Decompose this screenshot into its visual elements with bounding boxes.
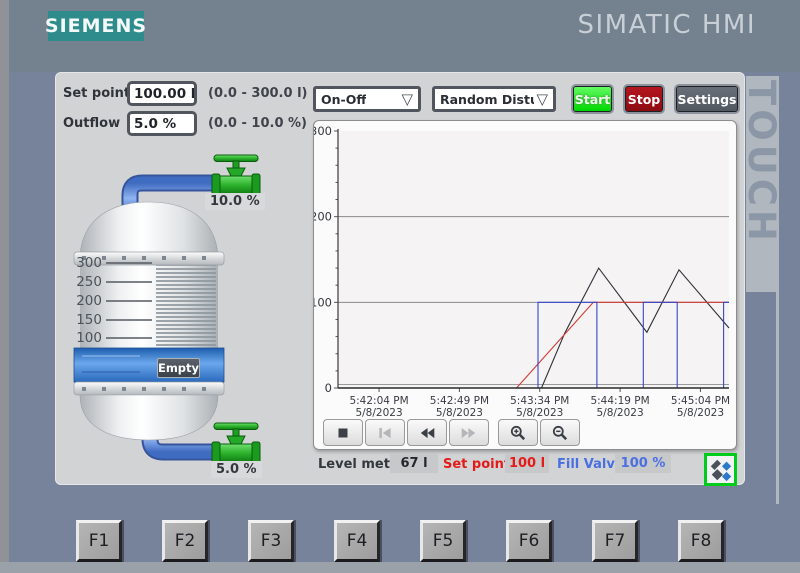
bezel-left-strip <box>0 0 9 573</box>
fkey-button-f4[interactable]: F4 <box>334 520 380 562</box>
hmi-screen: Set point (0.0 - 300.0 l) Outflow (0.0 -… <box>55 72 745 486</box>
tank-scale-label: 150 <box>76 312 102 328</box>
inlet-valve-label: 10.0 % <box>205 193 265 210</box>
trend-chart-panel: 01002003005:42:04 PM5/8/20235:42:49 PM5/… <box>313 120 737 450</box>
chart-toolbar <box>323 419 582 446</box>
setpoint-status-value: 100 l <box>505 453 549 473</box>
fill-valve-label: Fill Valve <box>557 457 624 472</box>
touch-strip-inset <box>746 292 776 504</box>
tank-scale-label: 300 <box>76 255 102 271</box>
outflow-input[interactable] <box>127 111 197 136</box>
dropdown-arrow-icon: ▽ <box>536 90 548 108</box>
settings-button[interactable]: Settings <box>676 86 738 112</box>
dropdown-arrow-icon: ▽ <box>401 90 413 108</box>
svg-text:5:42:49 PM: 5:42:49 PM <box>430 395 489 407</box>
zoom-out-button[interactable] <box>540 419 580 446</box>
setpoint-range: (0.0 - 300.0 l) <box>208 86 308 101</box>
fkey-button-f2[interactable]: F2 <box>162 520 208 562</box>
disturbance-value: Random Disturb <box>440 91 535 107</box>
fkey-button-f1[interactable]: F1 <box>76 520 122 562</box>
svg-text:5:45:04 PM: 5:45:04 PM <box>671 395 730 407</box>
stop-icon <box>338 428 348 437</box>
magnifier-plus-icon <box>510 425 526 440</box>
svg-text:5:44:19 PM: 5:44:19 PM <box>590 395 649 407</box>
rewind-icon <box>420 427 435 438</box>
svg-text:5/8/2023: 5/8/2023 <box>355 407 402 419</box>
tank-scale-label: 100 <box>76 330 102 346</box>
fkey-button-f8[interactable]: F8 <box>678 520 724 562</box>
level-meter-value: 67 l <box>390 453 438 473</box>
runtime-loader-button[interactable] <box>704 453 737 486</box>
empty-button[interactable]: Empty <box>157 358 200 378</box>
trend-chart: 01002003005:42:04 PM5/8/20235:42:49 PM5/… <box>314 124 730 419</box>
outflow-label: Outflow <box>63 116 121 131</box>
fkey-button-f7[interactable]: F7 <box>592 520 638 562</box>
skip-to-start-button[interactable] <box>365 419 405 446</box>
svg-text:5:42:04 PM: 5:42:04 PM <box>349 395 408 407</box>
scroll-back-button[interactable] <box>407 419 447 446</box>
svg-text:300: 300 <box>314 124 332 138</box>
outlet-valve <box>211 422 261 465</box>
svg-text:100: 100 <box>314 295 332 309</box>
fkey-button-f6[interactable]: F6 <box>506 520 552 562</box>
outflow-range: (0.0 - 10.0 %) <box>208 116 307 131</box>
fkey-button-f5[interactable]: F5 <box>420 520 466 562</box>
touch-strip: TOUCH <box>740 76 783 504</box>
transfer-pinwheel-icon <box>710 459 731 481</box>
forward-icon <box>461 427 476 438</box>
setpoint-label: Set point <box>63 86 131 101</box>
outlet-valve-label: 5.0 % <box>211 461 262 478</box>
setpoint-input[interactable] <box>127 81 197 106</box>
svg-text:5/8/2023: 5/8/2023 <box>516 407 563 419</box>
control-mode-value: On-Off <box>321 91 367 107</box>
svg-text:5/8/2023: 5/8/2023 <box>597 407 644 419</box>
zoom-in-button[interactable] <box>498 419 538 446</box>
bezel-bottom-strip <box>0 562 800 573</box>
svg-text:5/8/2023: 5/8/2023 <box>436 407 483 419</box>
fill-valve-value: 100 % <box>615 453 671 473</box>
tank-scale-label: 200 <box>76 293 102 309</box>
stop-trend-button[interactable] <box>323 419 363 446</box>
disturbance-dropdown[interactable]: Random Disturb ▽ <box>432 86 556 112</box>
stop-button[interactable]: Stop <box>625 86 663 112</box>
skip-start-icon <box>379 427 391 438</box>
magnifier-minus-icon <box>552 425 568 440</box>
control-mode-dropdown[interactable]: On-Off ▽ <box>313 86 421 112</box>
hmi-device: SIEMENS SIMATIC HMI TOUCH Set point (0.0… <box>0 0 800 573</box>
svg-text:5/8/2023: 5/8/2023 <box>677 407 724 419</box>
fkey-button-f3[interactable]: F3 <box>248 520 294 562</box>
start-button[interactable]: Start <box>573 86 612 112</box>
setpoint-status-label: Set point <box>443 457 511 472</box>
touch-label: TOUCH <box>740 80 783 245</box>
inlet-valve <box>211 154 261 197</box>
scroll-forward-button[interactable] <box>449 419 489 446</box>
siemens-logo: SIEMENS <box>45 11 146 41</box>
svg-text:200: 200 <box>314 210 332 224</box>
simatic-hmi-title: SIMATIC HMI <box>577 10 756 40</box>
svg-text:5:43:34 PM: 5:43:34 PM <box>510 395 569 407</box>
tank-scale-label: 250 <box>76 274 102 290</box>
svg-text:0: 0 <box>325 381 332 395</box>
